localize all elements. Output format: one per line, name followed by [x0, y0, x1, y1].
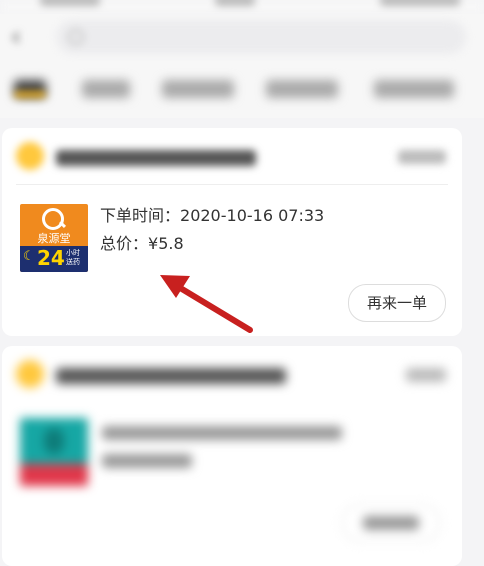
- total-price-line: 总价：¥5.8: [100, 234, 324, 254]
- order-card[interactable]: 泉源堂 ☾ 24 小时送药 下单时间：2020-10-16 07:33 总价：¥…: [2, 128, 462, 336]
- product-thumbnail[interactable]: 泉源堂 ☾ 24 小时送药: [20, 204, 88, 272]
- order-card[interactable]: [2, 346, 462, 566]
- shop-logo: [16, 142, 44, 170]
- thumbnail-hours: 24: [37, 246, 65, 270]
- search-input[interactable]: [56, 20, 466, 54]
- shop-logo: [16, 360, 44, 388]
- header: ‹: [0, 14, 484, 62]
- order-tabs: [0, 62, 484, 118]
- total-label: 总价：: [100, 234, 149, 253]
- shop-row[interactable]: [16, 360, 456, 390]
- shop-row[interactable]: [16, 142, 456, 172]
- product-thumbnail[interactable]: [20, 418, 88, 486]
- moon-icon: ☾: [23, 249, 35, 264]
- divider: [16, 184, 448, 185]
- tab-4[interactable]: [266, 80, 338, 98]
- order-status: [398, 150, 446, 164]
- order-info: 下单时间：2020-10-16 07:33 总价：¥5.8: [100, 206, 324, 262]
- total-price-line: [102, 454, 192, 468]
- tab-5[interactable]: [374, 80, 454, 98]
- search-icon: [68, 29, 84, 45]
- back-icon[interactable]: ‹: [6, 24, 26, 50]
- tab-3[interactable]: [162, 80, 234, 98]
- order-time-line: 下单时间：2020-10-16 07:33: [100, 206, 324, 226]
- order-status: [406, 368, 446, 382]
- thumbnail-brand: 泉源堂: [37, 232, 71, 245]
- order-time-line: [102, 426, 342, 440]
- reorder-button[interactable]: 再来一单: [348, 284, 446, 322]
- status-bar: [0, 0, 484, 14]
- order-time-value: 2020-10-16 07:33: [180, 206, 325, 225]
- shop-name: [56, 150, 256, 166]
- order-time-label: 下单时间：: [100, 206, 181, 225]
- magnifier-icon: [42, 208, 64, 230]
- shop-name: [56, 368, 286, 384]
- tab-indicator: [14, 92, 46, 97]
- thumbnail-service: 小时送药: [66, 249, 80, 266]
- tab-2[interactable]: [82, 80, 130, 98]
- total-value: ¥5.8: [148, 234, 184, 253]
- reorder-button[interactable]: [342, 504, 440, 542]
